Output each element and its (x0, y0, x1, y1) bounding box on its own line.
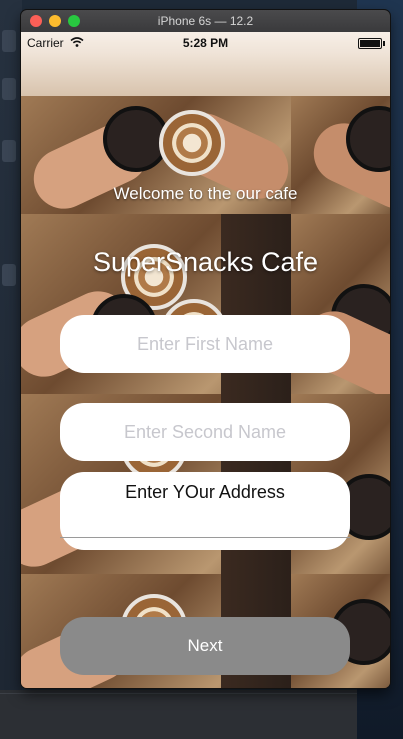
second-name-field[interactable] (60, 403, 350, 461)
address-underline (60, 537, 350, 538)
window-title: iPhone 6s — 12.2 (157, 14, 254, 28)
nav-area (21, 54, 390, 96)
first-name-field[interactable] (60, 315, 350, 373)
address-field[interactable]: Enter YOur Address (60, 472, 350, 550)
desktop-panel-icon (2, 30, 16, 52)
desktop-left-panel (0, 0, 22, 739)
battery-icon (358, 38, 385, 49)
next-button[interactable]: Next (60, 617, 350, 675)
status-time: 5:28 PM (182, 36, 229, 50)
simulator-window: iPhone 6s — 12.2 Carrier 5:28 PM Welcome… (21, 10, 390, 688)
settings-icon (2, 264, 16, 286)
divider (0, 693, 357, 694)
welcome-label: Welcome to the our cafe (113, 184, 298, 203)
status-bar: Carrier 5:28 PM (21, 32, 390, 54)
desktop-panel-icon (2, 140, 16, 162)
page-title: SuperSnacks Cafe (92, 247, 319, 277)
window-titlebar[interactable]: iPhone 6s — 12.2 (21, 10, 390, 33)
phone-screen: Carrier 5:28 PM Welcome to the our cafe … (21, 32, 390, 688)
desktop-bottom-bar (0, 690, 357, 739)
desktop-panel-icon (2, 78, 16, 100)
